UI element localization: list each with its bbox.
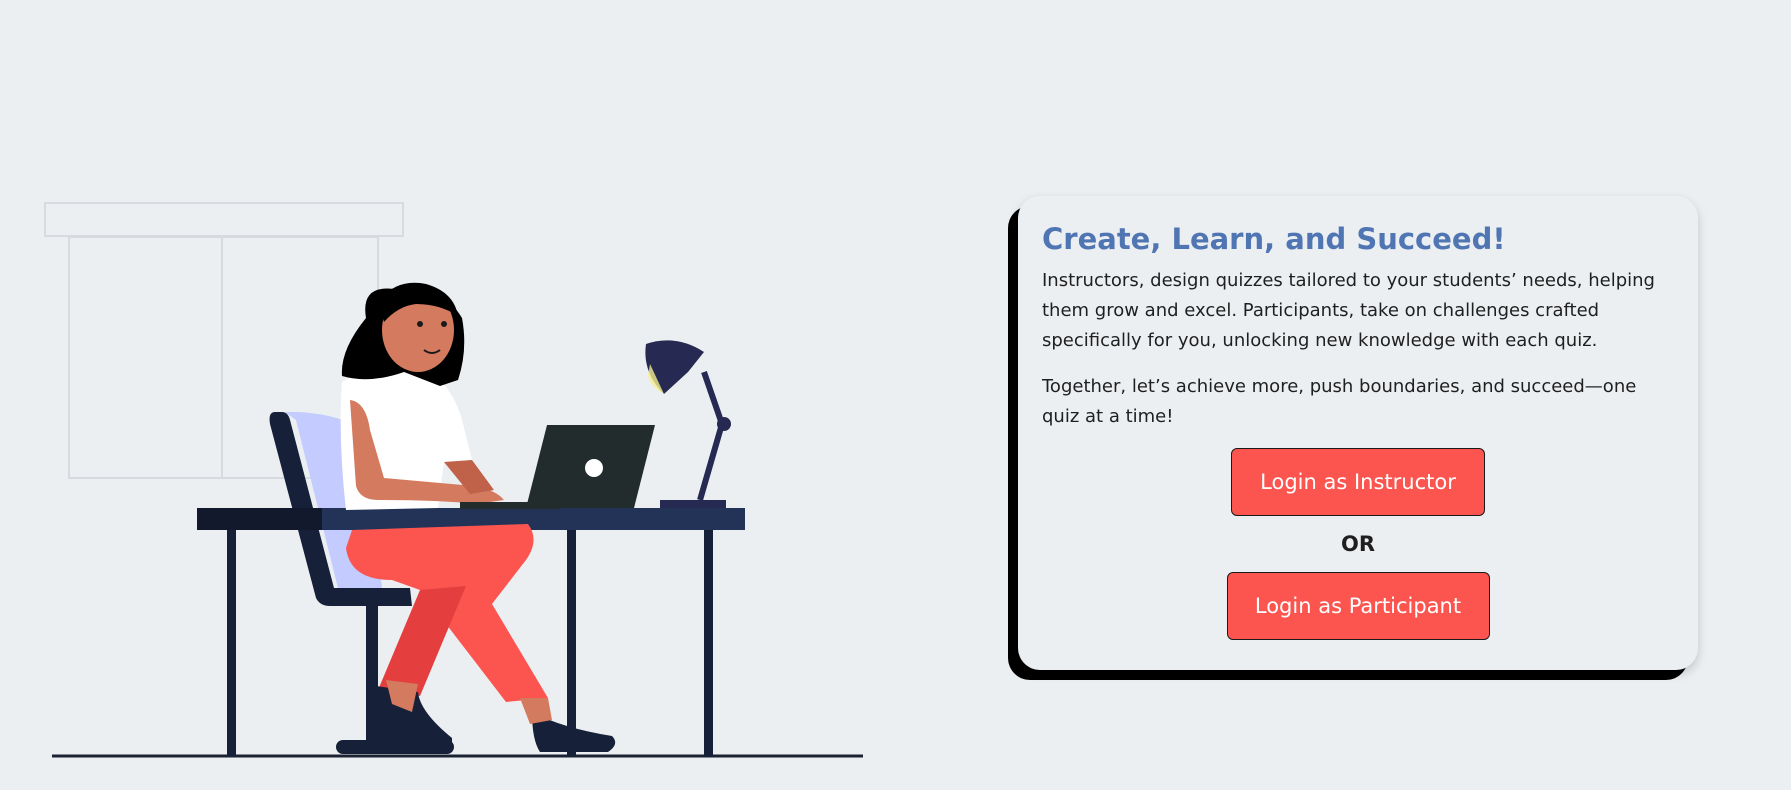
card-description: Instructors, design quizzes tailored to … — [1042, 270, 1655, 351]
welcome-card: Create, Learn, and Succeed! Instructors,… — [1018, 196, 1698, 670]
landing-page: Create, Learn, and Succeed! Instructors,… — [0, 0, 1791, 790]
woman-at-desk-illustration — [44, 202, 863, 758]
login-actions: Login as Instructor OR Login as Particip… — [1042, 448, 1674, 640]
card-title: Create, Learn, and Succeed! — [1042, 222, 1506, 256]
login-instructor-button[interactable]: Login as Instructor — [1231, 448, 1485, 516]
desk-lamp-icon — [645, 340, 731, 508]
card-tagline: Together, let’s achieve more, push bound… — [1042, 376, 1637, 427]
or-separator: OR — [1340, 532, 1376, 556]
login-participant-button[interactable]: Login as Participant — [1226, 572, 1490, 640]
